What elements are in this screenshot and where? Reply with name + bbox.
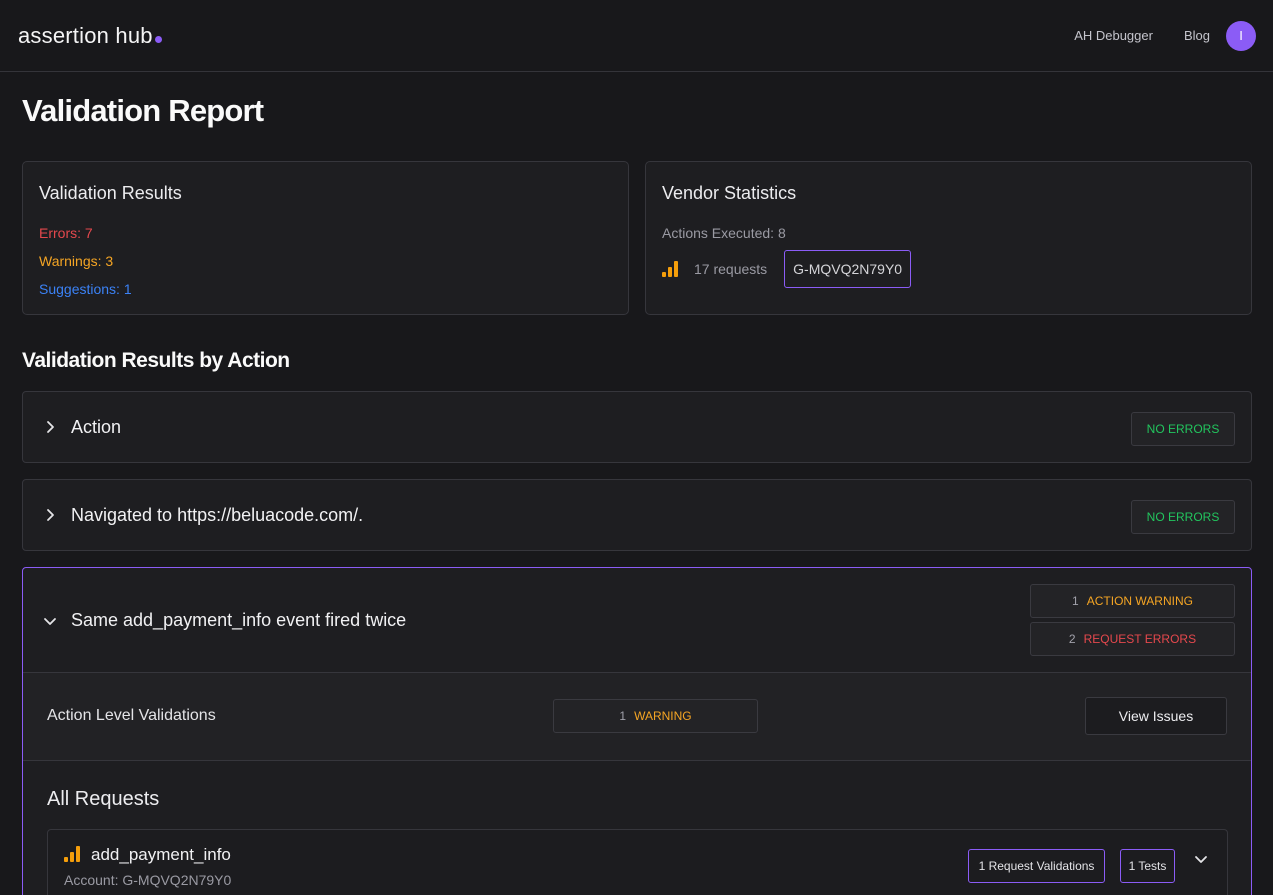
warnings-count: Warnings: 3 — [39, 253, 114, 269]
request-account: Account: G-MQVQ2N79Y0 — [64, 872, 232, 888]
action-row-title: Action — [71, 417, 122, 437]
logo-dot-icon — [154, 35, 162, 43]
tests-pill[interactable]: 1 Tests — [1120, 849, 1175, 883]
request-errors-badge: 2 REQUEST ERRORS — [1030, 622, 1235, 656]
action-row-title: Navigated to https://beluacode.com/. — [71, 505, 364, 525]
expanded-action: Same add_payment_info event fired twice … — [22, 567, 1252, 895]
action-level-validations-panel: Action Level Validations 1 WARNING View … — [23, 673, 1251, 760]
all-requests-title: All Requests — [47, 788, 160, 810]
action-warning-badge: 1 ACTION WARNING — [1030, 584, 1235, 618]
avatar[interactable]: I — [1226, 20, 1256, 51]
top-nav: AH Debugger Blog I — [1074, 20, 1256, 51]
action-level-validations-label: Action Level Validations — [47, 707, 216, 724]
vendor-statistics-title: Vendor Statistics — [662, 183, 797, 203]
requests-count: 17 requests — [694, 261, 768, 277]
action-warning-count: 1 — [1072, 594, 1079, 608]
vendor-row: 17 requests G-MQVQ2N79Y0 — [662, 250, 912, 288]
warning-count: 1 — [619, 709, 627, 723]
chevron-down-icon[interactable] — [1194, 852, 1208, 866]
view-issues-button[interactable]: View Issues — [1085, 697, 1227, 735]
validation-results-title: Validation Results — [39, 183, 182, 203]
top-bar: assertion hub AH Debugger Blog I — [0, 0, 1273, 72]
request-validations-pill[interactable]: 1 Request Validations — [968, 849, 1105, 883]
validation-results-card: Validation Results Errors: 7 Warnings: 3… — [22, 161, 629, 315]
expanded-action-title: Same add_payment_info event fired twice — [71, 610, 407, 630]
page-title: Validation Report — [22, 93, 264, 128]
request-card[interactable]: add_payment_info Account: G-MQVQ2N79Y0 1… — [47, 829, 1228, 895]
section-title: Validation Results by Action — [22, 349, 290, 372]
warning-label: WARNING — [634, 709, 692, 723]
warning-badge: 1 WARNING — [553, 699, 758, 733]
request-errors-label: REQUEST ERRORS — [1083, 632, 1197, 646]
chevron-right-icon[interactable] — [43, 420, 57, 434]
request-name: add_payment_info — [91, 845, 231, 864]
no-errors-badge: NO ERRORS — [1131, 412, 1235, 446]
chevron-down-icon[interactable] — [43, 614, 57, 628]
chevron-right-icon[interactable] — [43, 508, 57, 522]
nav-link-blog[interactable]: Blog — [1184, 28, 1210, 43]
divider — [23, 760, 1251, 761]
request-errors-count: 2 — [1068, 632, 1076, 646]
nav-link-ah-debugger[interactable]: AH Debugger — [1074, 28, 1153, 43]
logo-text: assertion hub — [18, 22, 153, 48]
action-warning-label: ACTION WARNING — [1086, 594, 1193, 608]
action-row[interactable]: Navigated to https://beluacode.com/. NO … — [22, 479, 1252, 551]
analytics-bars-icon — [64, 846, 80, 862]
analytics-bars-icon — [662, 261, 678, 277]
no-errors-badge: NO ERRORS — [1131, 500, 1235, 534]
suggestions-count: Suggestions: 1 — [39, 281, 132, 297]
vendor-statistics-card: Vendor Statistics Actions Executed: 8 17… — [645, 161, 1252, 315]
account-id-pill[interactable]: G-MQVQ2N79Y0 — [784, 250, 912, 288]
logo[interactable]: assertion hub — [18, 23, 162, 49]
actions-executed: Actions Executed: 8 — [662, 225, 786, 241]
action-row[interactable]: Action NO ERRORS — [22, 391, 1252, 463]
errors-count: Errors: 7 — [39, 225, 93, 241]
